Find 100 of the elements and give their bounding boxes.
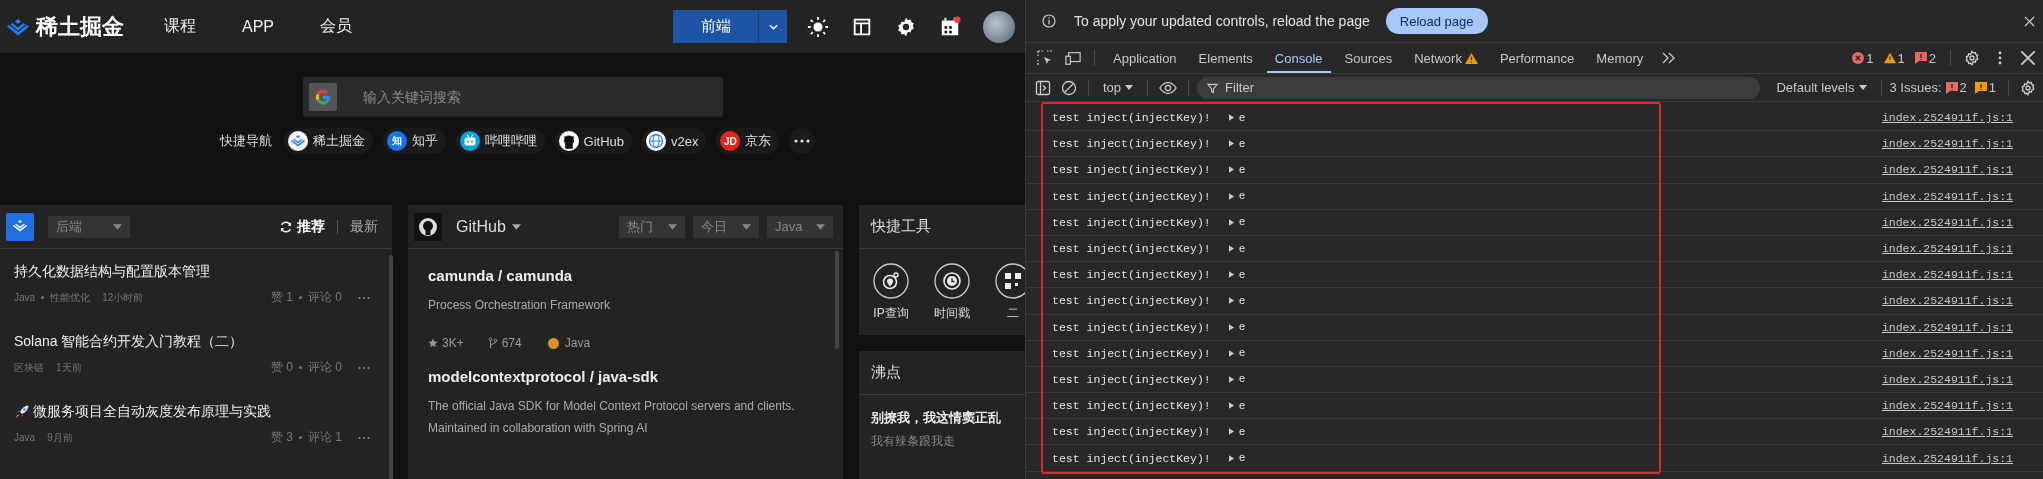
source-link[interactable]: index.2524911f.js:1 (1881, 372, 2013, 386)
category-select[interactable]: 后端 (48, 215, 130, 238)
devtools-tab[interactable]: Application (1105, 43, 1185, 73)
user-avatar[interactable] (983, 10, 1015, 43)
expand-triangle-icon[interactable] (1228, 140, 1234, 148)
tool-label[interactable]: 二 (1007, 305, 1019, 322)
source-link[interactable]: index.2524911f.js:1 (1881, 215, 2013, 229)
scrollbar-thumb[interactable] (835, 251, 839, 349)
console-value[interactable]: e (1238, 347, 1246, 360)
device-toolbar-icon[interactable] (1065, 50, 1081, 66)
settings-icon[interactable] (2020, 79, 2036, 96)
article-tag[interactable]: Java (14, 292, 36, 303)
more-icon[interactable] (358, 365, 370, 370)
console-value[interactable]: e (1238, 268, 1246, 281)
quick-nav-link[interactable]: 知 知乎 (382, 128, 446, 154)
source-link[interactable]: index.2524911f.js:1 (1881, 346, 2013, 360)
source-link[interactable]: index.2524911f.js:1 (1881, 189, 2013, 203)
console-value[interactable]: e (1238, 425, 1246, 438)
source-link[interactable]: index.2524911f.js:1 (1881, 399, 2013, 413)
quick-nav-link[interactable]: 哔哩哔哩 (455, 128, 545, 154)
tool-link[interactable]: IP查询 (873, 263, 909, 322)
console-value[interactable]: e (1238, 216, 1246, 229)
issues-label[interactable]: 3 Issues: (1889, 80, 1942, 95)
console-value[interactable]: e (1238, 321, 1246, 334)
expand-triangle-icon[interactable] (1228, 114, 1234, 122)
settings-icon[interactable] (1964, 50, 1980, 66)
tool-label[interactable]: 时间戳 (934, 305, 970, 322)
nav-link[interactable]: 会员 (320, 16, 352, 37)
warning-count[interactable]: 1 (1897, 50, 1905, 66)
expand-triangle-icon[interactable] (1228, 245, 1234, 253)
expand-triangle-icon[interactable] (1228, 323, 1234, 331)
nav-link[interactable]: 课程 (164, 16, 196, 37)
filter-select[interactable]: 今日 (693, 215, 759, 238)
issue-warning-count[interactable]: 1 (1988, 80, 1996, 95)
filter-select[interactable]: Java (767, 215, 833, 238)
expand-triangle-icon[interactable] (1228, 428, 1234, 436)
link-label[interactable]: 京东 (745, 132, 772, 150)
feed-tab[interactable]: 最新 (346, 217, 382, 236)
source-link[interactable]: index.2524911f.js:1 (1881, 320, 2013, 334)
more-button[interactable] (789, 128, 816, 154)
error-count[interactable]: 1 (1866, 50, 1874, 66)
tool-link[interactable]: 二 (995, 263, 1025, 322)
link-label[interactable]: v2ex (671, 133, 699, 149)
devtools-tab[interactable]: Elements (1190, 43, 1261, 73)
repo-name[interactable]: modelcontextprotocol / java-sdk (428, 368, 823, 385)
more-icon[interactable] (358, 295, 370, 300)
article-tag[interactable]: 区块链 (14, 360, 44, 375)
search-field[interactable]: 输入关键词搜索 (302, 77, 723, 117)
feed-tab[interactable]: 推荐 (275, 217, 329, 236)
tool-label[interactable]: IP查询 (873, 305, 909, 322)
settings-icon[interactable] (895, 15, 917, 38)
console-value[interactable]: e (1238, 294, 1246, 307)
filter-field[interactable]: Filter (1197, 76, 1761, 99)
message-count[interactable]: 2 (1928, 50, 1936, 66)
article-title[interactable]: Solana 智能合约开发入门教程（二） (14, 333, 244, 351)
source-link[interactable]: index.2524911f.js:1 (1881, 425, 2013, 439)
calendar-icon[interactable] (939, 15, 961, 38)
source-dropdown[interactable]: GitHub (450, 216, 527, 237)
console-value[interactable]: e (1238, 190, 1246, 203)
article-tag[interactable]: Java (14, 432, 36, 443)
link-label[interactable]: 稀土掘金 (312, 132, 365, 150)
levels-select[interactable]: Default levels (1770, 80, 1873, 95)
devtools-tab[interactable]: Memory (1588, 43, 1652, 73)
console-value[interactable]: e (1238, 137, 1246, 150)
link-label[interactable]: 哔哩哔哩 (484, 132, 537, 150)
expand-triangle-icon[interactable] (1228, 192, 1234, 200)
expand-triangle-icon[interactable] (1228, 166, 1234, 174)
source-link[interactable]: index.2524911f.js:1 (1881, 294, 2013, 308)
source-link[interactable]: index.2524911f.js:1 (1881, 451, 2013, 465)
expand-triangle-icon[interactable] (1228, 454, 1234, 462)
console-value[interactable]: e (1238, 373, 1246, 386)
nav-link[interactable]: APP (242, 17, 274, 36)
devtools-tab[interactable]: Sources (1336, 43, 1401, 73)
source-link[interactable]: index.2524911f.js:1 (1881, 163, 2013, 177)
devtools-tab[interactable]: Console (1266, 43, 1331, 73)
close-icon[interactable] (2024, 15, 2035, 27)
article-tag[interactable]: 性能优化 (50, 290, 91, 305)
console-value[interactable]: e (1238, 452, 1246, 465)
repo-name[interactable]: camunda / camunda (428, 267, 823, 284)
clear-icon[interactable] (1061, 79, 1077, 96)
more-icon[interactable] (358, 435, 370, 440)
article-title[interactable]: 持久化数据结构与配置版本管理 (14, 263, 210, 281)
console-value[interactable]: e (1238, 163, 1246, 176)
site-logo[interactable]: 稀土掘金 (36, 11, 124, 42)
console-value[interactable]: e (1238, 242, 1246, 255)
source-link[interactable]: index.2524911f.js:1 (1881, 111, 2013, 125)
quick-nav-link[interactable]: v2ex (642, 128, 707, 154)
logo-icon[interactable] (6, 16, 30, 37)
close-icon[interactable] (2020, 50, 2036, 66)
quick-nav-link[interactable]: 稀土掘金 (283, 128, 373, 154)
expand-triangle-icon[interactable] (1228, 297, 1234, 305)
reload-button[interactable]: Reload page (1385, 8, 1488, 34)
source-link[interactable]: index.2524911f.js:1 (1881, 268, 2013, 282)
issue-error-count[interactable]: 2 (1959, 80, 1967, 95)
inspect-icon[interactable] (1037, 50, 1053, 66)
console-value[interactable]: e (1238, 399, 1246, 412)
source-link[interactable]: index.2524911f.js:1 (1881, 242, 2013, 256)
sidebar-icon[interactable] (1035, 79, 1051, 96)
sun-icon[interactable] (807, 15, 829, 38)
devtools-tab[interactable]: Performance (1491, 43, 1583, 73)
